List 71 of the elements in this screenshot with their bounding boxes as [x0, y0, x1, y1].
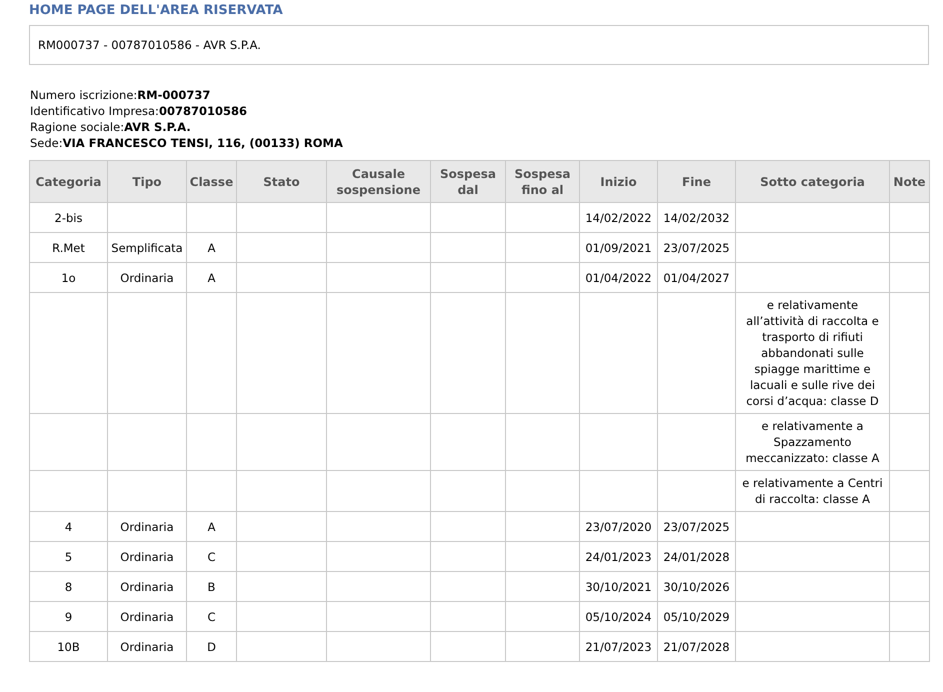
table-cell: C — [187, 602, 237, 632]
table-cell: 1o — [30, 263, 108, 293]
column-header: Stato — [237, 161, 327, 203]
table-cell: 01/04/2027 — [658, 263, 736, 293]
table-cell: 10B — [30, 632, 108, 662]
table-cell: 5 — [30, 542, 108, 572]
company-selector[interactable]: RM000737 - 00787010586 - AVR S.P.A. — [29, 25, 929, 65]
column-header: Sospesa dal — [431, 161, 506, 203]
table-cell: e relativamente all’attività di raccolta e trasporto di rifiuti abbandonati sulle spiagge marittime e lacuali e sulle rive dei corsi d’acqua: classe D — [736, 293, 890, 414]
detail-line: Sede:VIA FRANCESCO TENSI, 116, (00133) ROMA — [30, 135, 344, 151]
table-cell: Ordinaria — [108, 632, 187, 662]
column-header: Categoria — [30, 161, 108, 203]
table-cell — [890, 233, 930, 263]
table-cell: 21/07/2023 — [580, 632, 658, 662]
table-cell — [890, 632, 930, 662]
table-cell: e relativamente a Centri di raccolta: classe A — [736, 471, 890, 512]
table-cell: 24/01/2023 — [580, 542, 658, 572]
table-cell — [890, 263, 930, 293]
detail-line: Ragione sociale:AVR S.P.A. — [30, 119, 192, 135]
table-cell — [890, 572, 930, 602]
column-header: Note — [890, 161, 930, 203]
table-cell: R.Met — [30, 233, 108, 263]
table-cell — [890, 512, 930, 542]
table-cell: Ordinaria — [108, 542, 187, 572]
column-header: Sotto categoria — [736, 161, 890, 203]
column-header: Inizio — [580, 161, 658, 203]
column-header: Sospesa fino al — [506, 161, 580, 203]
table-cell: Ordinaria — [108, 602, 187, 632]
table-cell: 30/10/2021 — [580, 572, 658, 602]
table-cell: 23/07/2020 — [580, 512, 658, 542]
table-cell — [890, 542, 930, 572]
table-cell: 23/07/2025 — [658, 512, 736, 542]
table-cell: 05/10/2024 — [580, 602, 658, 632]
table-cell — [187, 471, 237, 512]
table-cell — [890, 414, 930, 471]
table-cell: 9 — [30, 602, 108, 632]
table-cell: e relativamente a Spazzamento meccanizzato: classe A — [736, 414, 890, 471]
table-cell — [187, 414, 237, 471]
table-cell: 14/02/2022 — [580, 203, 658, 233]
detail-line: Identificativo Impresa:00787010586 — [30, 103, 248, 119]
table-cell: 14/02/2032 — [658, 203, 736, 233]
column-header: Fine — [658, 161, 736, 203]
table-cell — [187, 203, 237, 233]
table-cell: 21/07/2028 — [658, 632, 736, 662]
table-cell: 8 — [30, 572, 108, 602]
table-cell: 01/04/2022 — [580, 263, 658, 293]
table-cell: Ordinaria — [108, 572, 187, 602]
table-cell: C — [187, 542, 237, 572]
table-cell: Ordinaria — [108, 512, 187, 542]
table-cell — [890, 203, 930, 233]
column-header: Causale sospensione — [327, 161, 431, 203]
table-cell: 30/10/2026 — [658, 572, 736, 602]
table-cell: 2-bis — [30, 203, 108, 233]
table-cell: A — [187, 263, 237, 293]
table-cell: Semplificata — [108, 233, 187, 263]
table-cell: A — [187, 512, 237, 542]
table-cell: B — [187, 572, 237, 602]
table-cell: Ordinaria — [108, 263, 187, 293]
table-cell: 4 — [30, 512, 108, 542]
table-cell: 01/09/2021 — [580, 233, 658, 263]
detail-line: Numero iscrizione:RM-000737 — [30, 87, 212, 103]
column-header: Classe — [187, 161, 237, 203]
table-cell: D — [187, 632, 237, 662]
page-title: HOME PAGE DELL'AREA RISERVATA — [29, 3, 284, 20]
table-cell: A — [187, 233, 237, 263]
table-cell: 23/07/2025 — [658, 233, 736, 263]
table-cell — [890, 471, 930, 512]
table-cell: 24/01/2028 — [658, 542, 736, 572]
table-cell — [890, 602, 930, 632]
table-cell: 05/10/2029 — [658, 602, 736, 632]
column-header: Tipo — [108, 161, 187, 203]
